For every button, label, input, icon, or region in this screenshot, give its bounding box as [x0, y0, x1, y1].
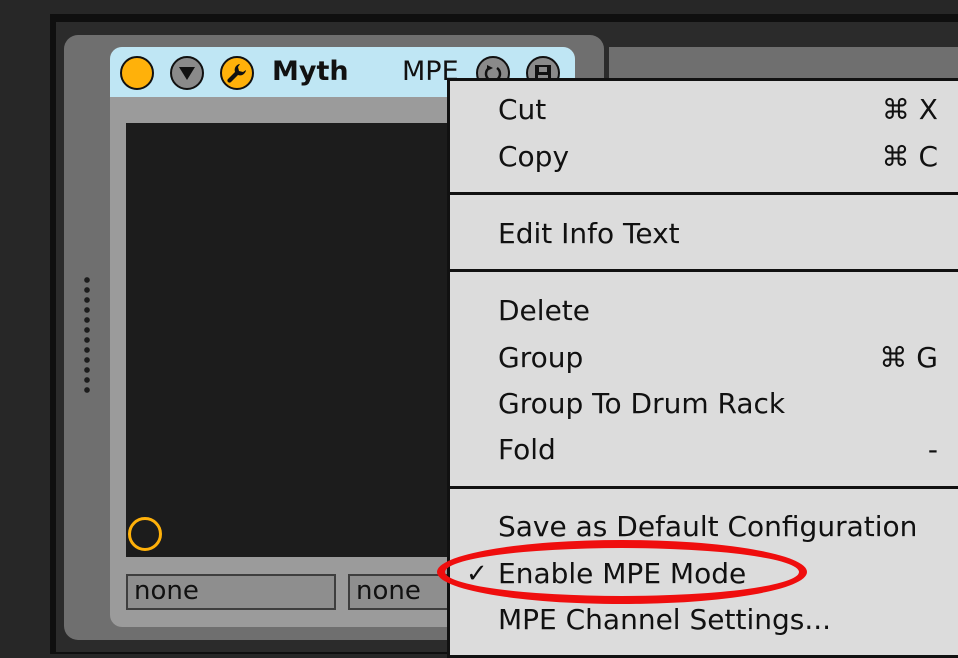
menu-item-shortcut: ⌘ G [879, 341, 938, 374]
menu-item-delete[interactable]: Delete [450, 288, 958, 334]
menu-item-label: Delete [498, 294, 590, 327]
triangle-down-icon [179, 67, 195, 80]
edit-button[interactable] [220, 56, 254, 90]
menu-item-label: Copy [498, 140, 570, 173]
mapping-selector-y[interactable]: none [348, 574, 458, 610]
menu-item-label: MPE Channel Settings... [498, 603, 832, 636]
menu-item-edit-info-text[interactable]: Edit Info Text [450, 211, 958, 257]
menu-separator [450, 486, 958, 489]
menu-item-label: Enable MPE Mode [498, 557, 747, 590]
menu-item-group[interactable]: Group ⌘ G [450, 335, 958, 381]
device-title: Myth [272, 56, 349, 87]
menu-item-copy[interactable]: Copy ⌘ C [450, 134, 958, 180]
menu-item-label: Fold [498, 433, 556, 466]
menu-item-label: Save as Default Configuration [498, 510, 918, 543]
menu-item-label: Group To Drum Rack [498, 387, 786, 420]
menu-item-cut[interactable]: Cut ⌘ X [450, 87, 958, 133]
menu-item-label: Cut [498, 93, 547, 126]
menu-item-group-to-drum-rack[interactable]: Group To Drum Rack [450, 381, 958, 427]
menu-separator [450, 269, 958, 272]
menu-item-enable-mpe-mode[interactable]: ✓ Enable MPE Mode [450, 551, 958, 597]
menu-item-mpe-channel-settings[interactable]: MPE Channel Settings... [450, 597, 958, 643]
menu-item-shortcut: ⌘ X [881, 93, 938, 126]
menu-item-label: Group [498, 341, 584, 374]
menu-item-save-default-configuration[interactable]: Save as Default Configuration [450, 504, 958, 550]
menu-item-fold[interactable]: Fold - [450, 427, 958, 473]
menu-separator [450, 192, 958, 195]
menu-item-label: Edit Info Text [498, 217, 680, 250]
drag-grip-handle[interactable] [83, 275, 91, 397]
checkmark-icon: ✓ [466, 559, 488, 589]
xy-pad-handle[interactable] [128, 517, 162, 551]
menu-item-shortcut: - [927, 433, 938, 466]
wrench-icon [227, 64, 246, 83]
device-activator-button[interactable] [120, 56, 154, 90]
context-menu: Cut ⌘ X Copy ⌘ C Edit Info Text Delete G… [447, 78, 958, 658]
fold-button[interactable] [170, 56, 204, 90]
menu-item-shortcut: ⌘ C [881, 140, 938, 173]
mapping-selector-x[interactable]: none [126, 574, 336, 610]
